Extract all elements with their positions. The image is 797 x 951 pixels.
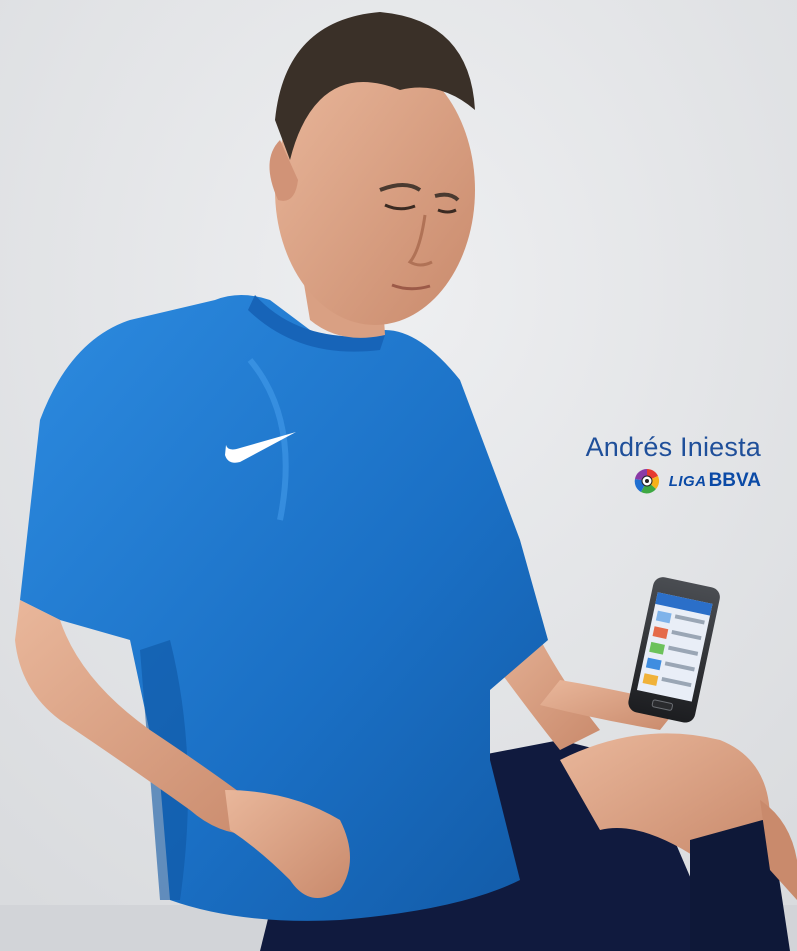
league-name-bbva: BBVA [708,470,761,491]
liga-bbva-logo [634,468,659,494]
player-caption: Andrés Iniesta LIGA BBVA [586,432,761,495]
league-name-liga: LIGA [668,472,707,490]
league-branding: LIGA BBVA [586,467,761,495]
player-name: Andrés Iniesta [585,432,761,462]
